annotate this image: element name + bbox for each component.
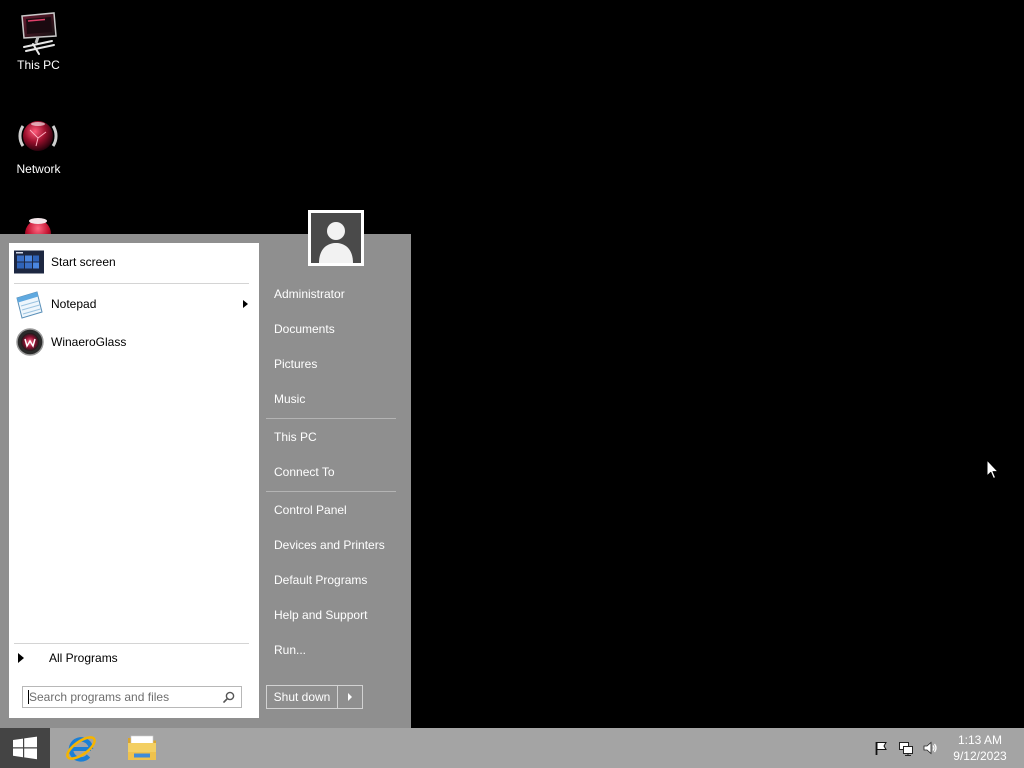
place-label: Devices and Printers [274, 538, 385, 552]
action-center-flag-icon[interactable] [873, 740, 889, 756]
start-menu-item-pictures[interactable]: Pictures [266, 349, 403, 379]
taskbar: 1:13 AM 9/12/2023 [0, 728, 1024, 768]
search-input[interactable] [23, 687, 219, 707]
network-icon[interactable] [898, 740, 914, 756]
start-menu-programs-pane: Start screen Notepad WinaeroGlass All Pr… [9, 243, 259, 718]
program-item-start-screen[interactable]: Start screen [11, 243, 257, 281]
start-menu-item-control-panel[interactable]: Control Panel [266, 495, 403, 525]
taskbar-clock[interactable]: 1:13 AM 9/12/2023 [948, 728, 1012, 768]
place-label: Pictures [274, 357, 318, 371]
shutdown-button[interactable]: Shut down [267, 686, 338, 708]
start-screen-icon [14, 250, 44, 274]
place-label: Control Panel [274, 503, 347, 517]
shutdown-control: Shut down [266, 685, 363, 709]
place-label: Default Programs [274, 573, 368, 587]
place-label: This PC [274, 430, 317, 444]
winaeroglass-icon [16, 328, 44, 356]
chevron-right-icon [348, 693, 352, 701]
start-menu-item-music[interactable]: Music [266, 384, 403, 414]
place-label: Help and Support [274, 608, 368, 622]
desktop-icon-this-pc[interactable]: This PC [0, 10, 77, 74]
file-explorer-icon [128, 735, 156, 760]
internet-explorer-icon [66, 736, 96, 762]
taskbar-internet-explorer[interactable] [58, 728, 104, 768]
place-label: Administrator [274, 287, 345, 301]
desktop-icon-network[interactable]: Network [0, 114, 77, 178]
program-item-label: Notepad [51, 297, 97, 311]
start-menu-item-run[interactable]: Run... [266, 635, 403, 665]
windows-logo-icon [13, 736, 37, 760]
this-pc-icon [14, 10, 62, 58]
shutdown-options-button[interactable] [338, 686, 362, 708]
separator [266, 491, 396, 492]
program-item-label: WinaeroGlass [51, 335, 127, 349]
separator [266, 418, 396, 419]
network-icon [14, 114, 62, 162]
volume-icon[interactable] [922, 740, 938, 756]
submenu-arrow-icon[interactable] [243, 300, 248, 308]
text-caret [28, 690, 29, 704]
desktop-icon-label: This PC [17, 58, 60, 72]
program-item-label: Start screen [51, 255, 116, 269]
start-menu-item-devices-and-printers[interactable]: Devices and Printers [266, 530, 403, 560]
start-button[interactable] [0, 728, 50, 768]
mouse-cursor-icon [986, 459, 999, 480]
separator [14, 643, 249, 644]
search-icon[interactable] [223, 691, 235, 703]
place-label: Run... [274, 643, 307, 657]
user-avatar[interactable] [308, 210, 364, 266]
place-label: Music [274, 392, 306, 406]
all-programs-button[interactable]: All Programs [11, 646, 257, 670]
start-menu: Start screen Notepad WinaeroGlass All Pr… [0, 234, 411, 728]
notepad-icon [13, 288, 45, 320]
desktop-icon-label: Network [16, 162, 61, 176]
place-label: Documents [274, 322, 335, 336]
clock-time: 1:13 AM [957, 733, 1003, 747]
clock-date: 9/12/2023 [953, 749, 1007, 763]
start-menu-item-default-programs[interactable]: Default Programs [266, 565, 403, 595]
start-menu-item-documents[interactable]: Documents [266, 314, 403, 344]
start-menu-item-help-and-support[interactable]: Help and Support [266, 600, 403, 630]
taskbar-file-explorer[interactable] [119, 728, 165, 768]
program-item-notepad[interactable]: Notepad [11, 287, 257, 321]
start-menu-item-administrator[interactable]: Administrator [266, 279, 403, 309]
start-menu-item-this-pc[interactable]: This PC [266, 422, 403, 452]
all-programs-label: All Programs [49, 651, 118, 665]
desktop: This PC Network Start screen Notepad Win… [0, 0, 1024, 768]
search-box [22, 686, 242, 708]
start-menu-item-connect-to[interactable]: Connect To [266, 457, 403, 487]
user-avatar-icon [311, 213, 361, 263]
program-item-winaeroglass[interactable]: WinaeroGlass [11, 325, 257, 359]
place-label: Connect To [274, 465, 335, 479]
separator [14, 283, 249, 284]
expand-arrow-icon [18, 653, 24, 663]
